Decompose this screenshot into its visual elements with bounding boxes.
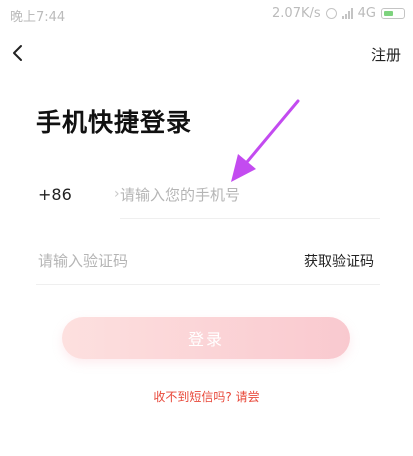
page-title: 手机快捷登录 xyxy=(36,108,193,137)
status-time: 晚上7:44 xyxy=(10,10,66,25)
phone-input[interactable] xyxy=(120,172,380,218)
alarm-icon xyxy=(325,8,337,19)
verify-code-divider xyxy=(36,284,380,285)
verify-code-input[interactable] xyxy=(38,238,278,284)
sms-help-link[interactable]: 收不到短信吗? 请尝 xyxy=(0,388,413,405)
status-right-group: 2.07K/s 4G xyxy=(272,6,405,21)
battery-fill xyxy=(384,11,394,16)
battery-icon xyxy=(381,8,405,19)
get-code-button[interactable]: 获取验证码 xyxy=(304,251,374,271)
status-bar: 晚上7:44 2.07K/s 4G xyxy=(0,0,413,26)
nav-bar: 注册 xyxy=(0,36,413,74)
chevron-right-icon: › xyxy=(114,186,120,202)
country-code-selector[interactable]: +86 xyxy=(38,185,72,204)
network-type: 4G xyxy=(357,6,376,21)
phone-divider xyxy=(120,218,380,219)
chevron-left-icon xyxy=(13,45,22,61)
login-button[interactable]: 登录 xyxy=(62,317,350,359)
signal-icon xyxy=(341,8,353,19)
back-button[interactable] xyxy=(8,42,30,64)
phone-row: +86 › xyxy=(36,172,380,219)
net-speed: 2.07K/s xyxy=(272,6,321,21)
verify-code-row: 获取验证码 xyxy=(36,238,380,285)
register-link[interactable]: 注册 xyxy=(371,44,401,65)
